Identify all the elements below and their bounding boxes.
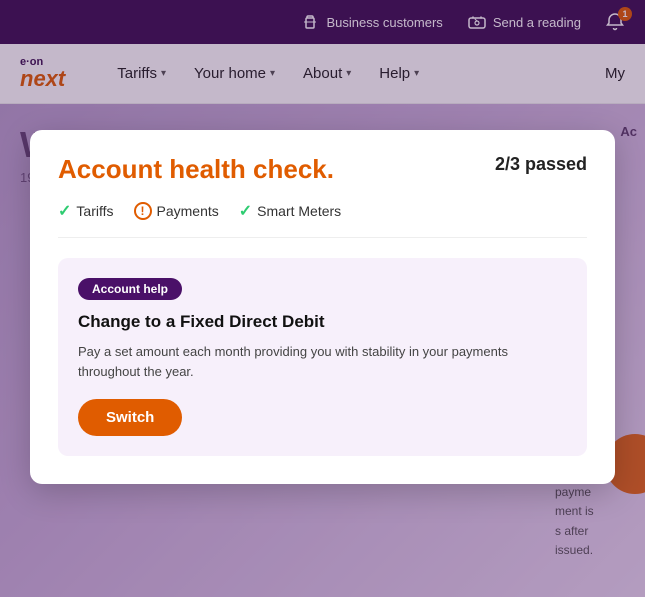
- account-health-modal: Account health check. 2/3 passed ✓ Tarif…: [30, 130, 615, 484]
- modal-header: Account health check. 2/3 passed: [58, 154, 587, 185]
- check-tariffs: ✓ Tariffs: [58, 201, 114, 221]
- check-payments: ! Payments: [134, 202, 219, 220]
- card-tag: Account help: [78, 278, 182, 300]
- switch-button[interactable]: Switch: [78, 399, 182, 436]
- card-title: Change to a Fixed Direct Debit: [78, 312, 567, 332]
- check-smart-meters-label: Smart Meters: [257, 203, 341, 219]
- modal-checks: ✓ Tariffs ! Payments ✓ Smart Meters: [58, 201, 587, 238]
- check-ok-icon-smart-meters: ✓: [239, 201, 252, 221]
- check-smart-meters: ✓ Smart Meters: [239, 201, 341, 221]
- check-tariffs-label: Tariffs: [76, 203, 113, 219]
- check-payments-label: Payments: [157, 203, 219, 219]
- check-ok-icon-tariffs: ✓: [58, 201, 71, 221]
- card-description: Pay a set amount each month providing yo…: [78, 342, 567, 381]
- modal-title: Account health check.: [58, 154, 334, 185]
- modal-score: 2/3 passed: [495, 154, 587, 175]
- account-help-card: Account help Change to a Fixed Direct De…: [58, 258, 587, 456]
- check-warn-icon-payments: !: [134, 202, 152, 220]
